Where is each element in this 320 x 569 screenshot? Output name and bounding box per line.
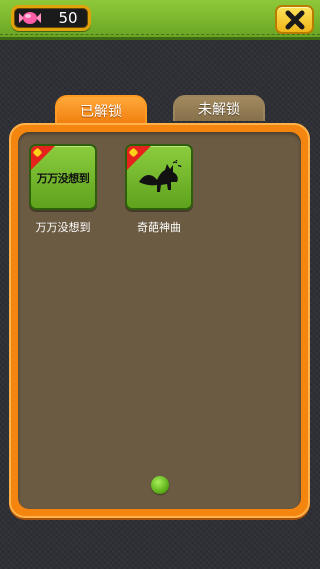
item-qipa[interactable]: 奇葩神曲 [124, 144, 194, 235]
close-button[interactable] [275, 5, 314, 34]
page-indicator-dot [151, 476, 169, 494]
item-tile[interactable]: 万万没想到 [29, 144, 97, 210]
tab-unlocked[interactable]: 已解锁 [55, 95, 147, 125]
candy-icon [19, 12, 41, 24]
item-tile[interactable] [125, 144, 193, 210]
candy-counter: 50 [11, 5, 91, 31]
top-bar: 50 [0, 0, 320, 40]
close-icon [285, 10, 305, 30]
fox-silhouette-icon [139, 160, 182, 192]
item-label: 万万没想到 [35, 221, 91, 234]
item-wanwan[interactable]: 万万没想到 万万没想到 [28, 144, 98, 235]
item-label: 奇葩神曲 [137, 221, 181, 234]
tile-logo-text: 万万没想到 [36, 172, 90, 185]
tab-locked-label: 未解锁 [198, 102, 240, 118]
tab-locked[interactable]: 未解锁 [173, 95, 265, 121]
candy-count: 50 [58, 9, 78, 27]
tab-unlocked-label: 已解锁 [80, 104, 122, 120]
